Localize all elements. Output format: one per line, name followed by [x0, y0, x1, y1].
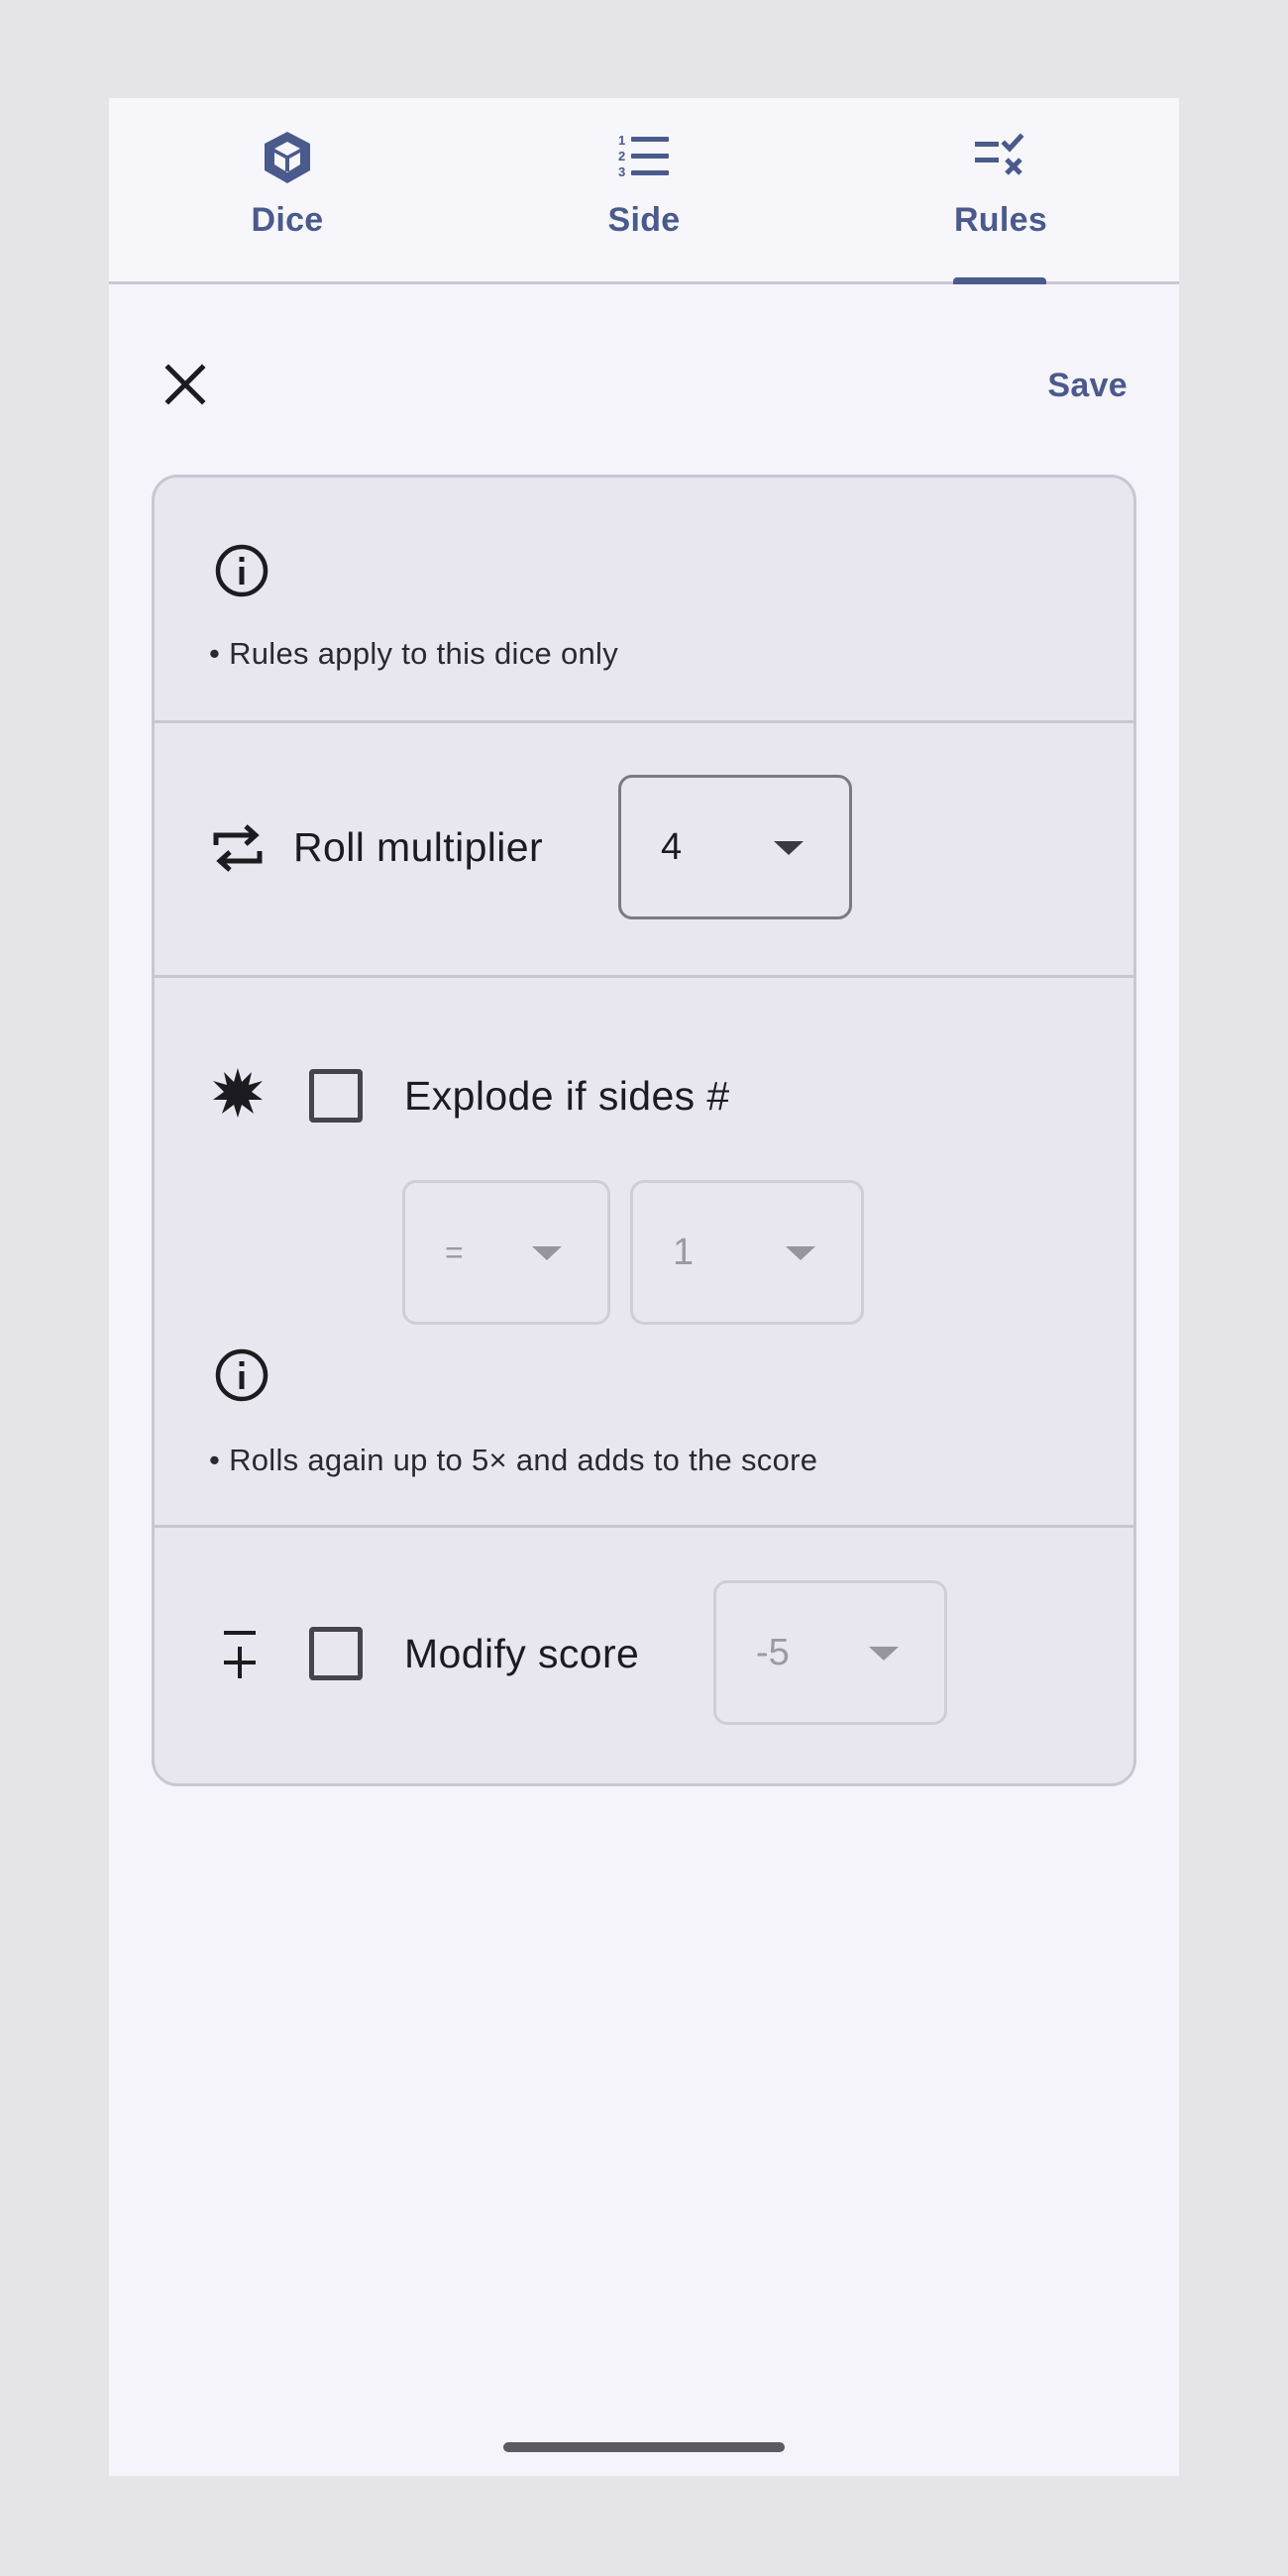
- svg-text:2: 2: [618, 149, 625, 163]
- chevron-down-icon: [869, 1647, 899, 1661]
- explode-label: Explode if sides #: [404, 1073, 730, 1119]
- svg-text:3: 3: [618, 164, 625, 179]
- close-icon: [164, 364, 206, 405]
- dropdown-value: =: [445, 1234, 464, 1270]
- app-screen: Dice 1 2 3 Side Rules Save • Rules apply…: [109, 98, 1179, 2476]
- tab-rules[interactable]: Rules: [822, 98, 1179, 282]
- rules-info-text: • Rules apply to this dice only: [209, 636, 619, 671]
- tab-side[interactable]: 1 2 3 Side: [466, 98, 822, 282]
- chevron-down-icon: [786, 1246, 815, 1260]
- tab-label: Rules: [953, 201, 1048, 239]
- explode-operator-dropdown[interactable]: =: [402, 1180, 610, 1325]
- home-indicator: [503, 2442, 785, 2452]
- tab-label: Side: [607, 201, 681, 239]
- tab-bar: Dice 1 2 3 Side Rules: [109, 98, 1179, 284]
- info-icon: [215, 544, 268, 597]
- info-icon: [215, 1348, 268, 1402]
- modify-score-row: Modify score -5: [155, 1528, 1133, 1783]
- repeat-icon: [210, 820, 266, 876]
- tab-dice[interactable]: Dice: [109, 98, 466, 282]
- modify-score-label: Modify score: [404, 1631, 640, 1676]
- dropdown-value: 1: [673, 1231, 695, 1273]
- dropdown-value: -5: [756, 1631, 790, 1673]
- explode-info-text: • Rolls again up to 5× and adds to the s…: [209, 1443, 818, 1477]
- modify-score-dropdown[interactable]: -5: [713, 1580, 947, 1725]
- modify-score-checkbox[interactable]: [309, 1627, 363, 1680]
- svg-text:1: 1: [618, 133, 625, 148]
- dropdown-value: 4: [661, 825, 683, 868]
- chevron-down-icon: [532, 1246, 562, 1260]
- numbered-list-icon: 1 2 3: [614, 128, 674, 187]
- rules-card: • Rules apply to this dice only Roll mul…: [152, 475, 1136, 1786]
- explosion-icon: [210, 1065, 266, 1121]
- selected-tab-indicator: [953, 277, 1046, 284]
- rules-checklist-icon: [971, 128, 1030, 187]
- explode-row: Explode if sides # = 1 • Rolls again up …: [155, 978, 1133, 1527]
- tab-label: Dice: [251, 201, 324, 239]
- roll-multiplier-row: Roll multiplier 4: [155, 723, 1133, 975]
- chevron-down-icon: [774, 841, 804, 855]
- close-button[interactable]: [151, 350, 220, 419]
- explode-checkbox[interactable]: [309, 1069, 363, 1123]
- roll-multiplier-label: Roll multiplier: [293, 824, 544, 870]
- rules-info-section: • Rules apply to this dice only: [155, 478, 1133, 721]
- roll-multiplier-dropdown[interactable]: 4: [618, 775, 852, 919]
- explode-side-dropdown[interactable]: 1: [630, 1180, 864, 1325]
- cube-icon: [258, 128, 317, 187]
- plus-minus-icon: [212, 1625, 268, 1680]
- save-button[interactable]: Save: [1047, 358, 1127, 413]
